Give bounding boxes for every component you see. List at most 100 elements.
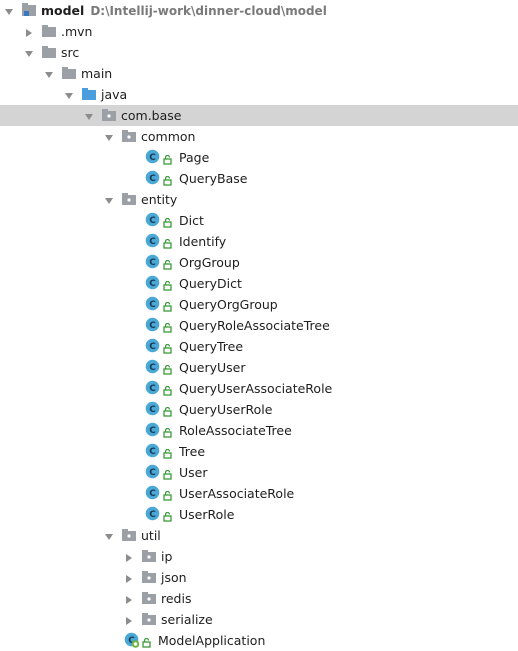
public-access-icon: [163, 174, 172, 189]
public-access-icon: [163, 384, 172, 399]
class-label: QueryUser: [179, 359, 245, 376]
class-label: ModelApplication: [158, 632, 265, 649]
class-label: QueryDict: [179, 275, 242, 292]
java-class-icon: C: [145, 296, 160, 314]
svg-text:C: C: [149, 153, 156, 163]
package-label-text: serialize: [161, 612, 213, 627]
svg-text:C: C: [149, 426, 156, 436]
expand-arrow-icon[interactable]: [84, 110, 94, 120]
tree-item-class[interactable]: C QueryUser: [0, 357, 518, 378]
class-label: UserRole: [179, 506, 234, 523]
tree-item-package[interactable]: json: [0, 567, 518, 588]
folder-label-text: java: [101, 87, 128, 102]
collapse-arrow-icon[interactable]: [124, 614, 134, 625]
tree-item-class[interactable]: C User: [0, 462, 518, 483]
collapse-arrow-icon[interactable]: [124, 593, 134, 604]
module-path: D:\Intellij-work\dinner-cloud\model: [90, 4, 327, 18]
folder-label-text: .mvn: [61, 24, 93, 39]
tree-item-model-application[interactable]: C ModelApplication: [0, 630, 518, 651]
package-label-text: common: [141, 129, 196, 144]
java-class-icon: C: [145, 485, 160, 503]
tree-item-entity[interactable]: entity: [0, 189, 518, 210]
class-label-text: QueryUserAssociateRole: [179, 381, 333, 396]
tree-item-class[interactable]: C QueryUserRole: [0, 399, 518, 420]
package-label-text: redis: [161, 591, 192, 606]
java-class-icon: C: [145, 443, 160, 461]
java-class-icon: C: [145, 338, 160, 356]
tree-item-src[interactable]: src: [0, 42, 518, 63]
package-label: entity: [141, 191, 177, 208]
class-label: UserAssociateRole: [179, 485, 294, 502]
class-label-text: QueryDict: [179, 276, 242, 291]
expand-arrow-icon[interactable]: [104, 530, 114, 540]
class-label: Tree: [179, 443, 205, 460]
collapse-arrow-icon[interactable]: [24, 26, 34, 37]
tree-item-class[interactable]: C QueryDict: [0, 273, 518, 294]
tree-item-package[interactable]: redis: [0, 588, 518, 609]
tree-item-class[interactable]: C Identify: [0, 231, 518, 252]
tree-item-class[interactable]: C OrgGroup: [0, 252, 518, 273]
expand-arrow-icon[interactable]: [64, 89, 74, 99]
tree-item-class[interactable]: C Tree: [0, 441, 518, 462]
class-label-text: Page: [179, 150, 210, 165]
tree-item-mvn[interactable]: .mvn: [0, 21, 518, 42]
package-label-text: entity: [141, 192, 178, 207]
tree-item-class[interactable]: C UserRole: [0, 504, 518, 525]
public-access-icon: [163, 510, 172, 525]
expand-arrow-icon[interactable]: [104, 131, 114, 141]
class-label: OrgGroup: [179, 254, 240, 271]
class-label-text: UserRole: [179, 507, 235, 522]
tree-item-class[interactable]: C Page: [0, 147, 518, 168]
package-icon: [121, 527, 137, 546]
source-folder-icon: [81, 86, 97, 105]
package-label: ip: [161, 548, 172, 565]
folder-label-text: main: [81, 66, 113, 81]
collapse-arrow-icon[interactable]: [124, 572, 134, 583]
expand-arrow-icon[interactable]: [24, 47, 34, 57]
expand-arrow-icon[interactable]: [44, 68, 54, 78]
tree-item-java[interactable]: java: [0, 84, 518, 105]
class-label: Identify: [179, 233, 226, 250]
tree-item-class[interactable]: C RoleAssociateTree: [0, 420, 518, 441]
tree-item-class[interactable]: C QueryUserAssociateRole: [0, 378, 518, 399]
collapse-arrow-icon[interactable]: [124, 551, 134, 562]
package-icon: [121, 128, 137, 147]
java-class-icon: C: [145, 506, 160, 524]
tree-item-util[interactable]: util: [0, 525, 518, 546]
package-icon: [141, 569, 157, 588]
tree-item-class[interactable]: C Dict: [0, 210, 518, 231]
public-access-icon: [163, 405, 172, 420]
class-label-text: Dict: [179, 213, 204, 228]
public-access-icon: [163, 489, 172, 504]
spring-boot-app-icon: C: [124, 632, 140, 651]
java-class-icon: C: [145, 401, 160, 419]
java-class-icon: C: [145, 317, 160, 335]
folder-icon: [41, 44, 57, 63]
svg-text:C: C: [149, 321, 156, 331]
tree-item-class[interactable]: C QueryRoleAssociateTree: [0, 315, 518, 336]
java-class-icon: C: [145, 170, 160, 188]
java-class-icon: C: [145, 212, 160, 230]
class-label: Dict: [179, 212, 204, 229]
public-access-icon: [163, 426, 172, 441]
expand-arrow-icon[interactable]: [4, 5, 14, 15]
tree-item-package[interactable]: ip: [0, 546, 518, 567]
package-icon: [141, 590, 157, 609]
tree-item-class[interactable]: C QueryBase: [0, 168, 518, 189]
expand-arrow-icon[interactable]: [104, 194, 114, 204]
module-icon: [21, 2, 37, 21]
tree-item-class[interactable]: C UserAssociateRole: [0, 483, 518, 504]
package-icon: [101, 107, 117, 126]
tree-item-common[interactable]: common: [0, 126, 518, 147]
class-label-text: QueryUserRole: [179, 402, 273, 417]
tree-item-class[interactable]: C QueryTree: [0, 336, 518, 357]
java-class-icon: C: [145, 359, 160, 377]
public-access-icon: [163, 468, 172, 483]
tree-item-class[interactable]: C QueryOrgGroup: [0, 294, 518, 315]
tree-item-model[interactable]: model D:\Intellij-work\dinner-cloud\model: [0, 0, 518, 21]
tree-item-com-base[interactable]: com.base: [0, 105, 518, 126]
tree-item-package[interactable]: serialize: [0, 609, 518, 630]
tree-item-main[interactable]: main: [0, 63, 518, 84]
svg-text:C: C: [149, 216, 156, 226]
java-class-icon: C: [145, 380, 160, 398]
